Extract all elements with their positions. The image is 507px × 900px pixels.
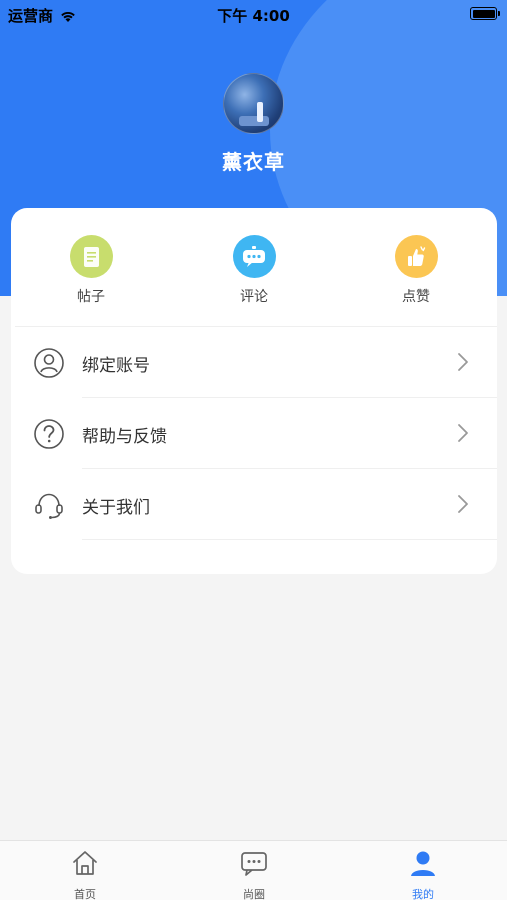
username: 薰衣草 [222, 150, 285, 174]
stat-likes[interactable]: 点赞 [366, 235, 466, 306]
avatar[interactable] [223, 73, 284, 134]
divider [82, 539, 497, 540]
chevron-right-icon [458, 424, 468, 442]
message-icon [241, 852, 267, 876]
status-time: 下午 4:00 [217, 7, 290, 25]
tab-bar: 首页 尚圈 我的 [0, 840, 507, 900]
chevron-right-icon [458, 495, 468, 513]
menu-item-bind-account[interactable]: 绑定账号 [11, 327, 497, 398]
menu-item-label: 关于我们 [82, 498, 150, 518]
thumbs-up-icon [394, 235, 438, 278]
person-icon [411, 851, 435, 876]
stat-comments[interactable]: 评论 [204, 235, 304, 306]
battery-icon [470, 7, 500, 20]
chevron-right-icon [458, 353, 468, 371]
menu-item-about-us[interactable]: 关于我们 [11, 469, 497, 540]
stat-posts[interactable]: 帖子 [41, 235, 141, 306]
chat-bubble-icon [232, 235, 276, 278]
menu-item-help-feedback[interactable]: 帮助与反馈 [11, 398, 497, 469]
home-icon [73, 851, 97, 875]
menu-item-label: 绑定账号 [82, 356, 150, 376]
question-circle-icon [34, 419, 64, 449]
stat-comments-label: 评论 [240, 289, 268, 305]
tab-mine-label: 我的 [412, 888, 434, 900]
profile-card: 帖子 评论 点赞 绑定账号 帮助与反馈 关于我们 [11, 208, 497, 574]
note-icon [69, 235, 113, 278]
user-circle-icon [34, 348, 64, 378]
tab-home[interactable]: 首页 [45, 849, 125, 900]
tab-circle[interactable]: 尚圈 [214, 849, 294, 900]
stats-row: 帖子 评论 点赞 [11, 208, 497, 326]
stat-likes-label: 点赞 [402, 289, 430, 305]
headset-icon [35, 493, 63, 519]
menu-item-label: 帮助与反馈 [82, 427, 167, 447]
status-bar: 运营商 下午 4:00 [0, 0, 507, 28]
tab-mine[interactable]: 我的 [383, 849, 463, 900]
tab-circle-label: 尚圈 [243, 888, 265, 900]
tab-home-label: 首页 [74, 888, 96, 900]
stat-posts-label: 帖子 [77, 289, 105, 305]
profile-screen: 运营商 下午 4:00 薰衣草 帖子 评论 点赞 绑定账号 帮助与反馈 关于我们… [0, 0, 507, 900]
